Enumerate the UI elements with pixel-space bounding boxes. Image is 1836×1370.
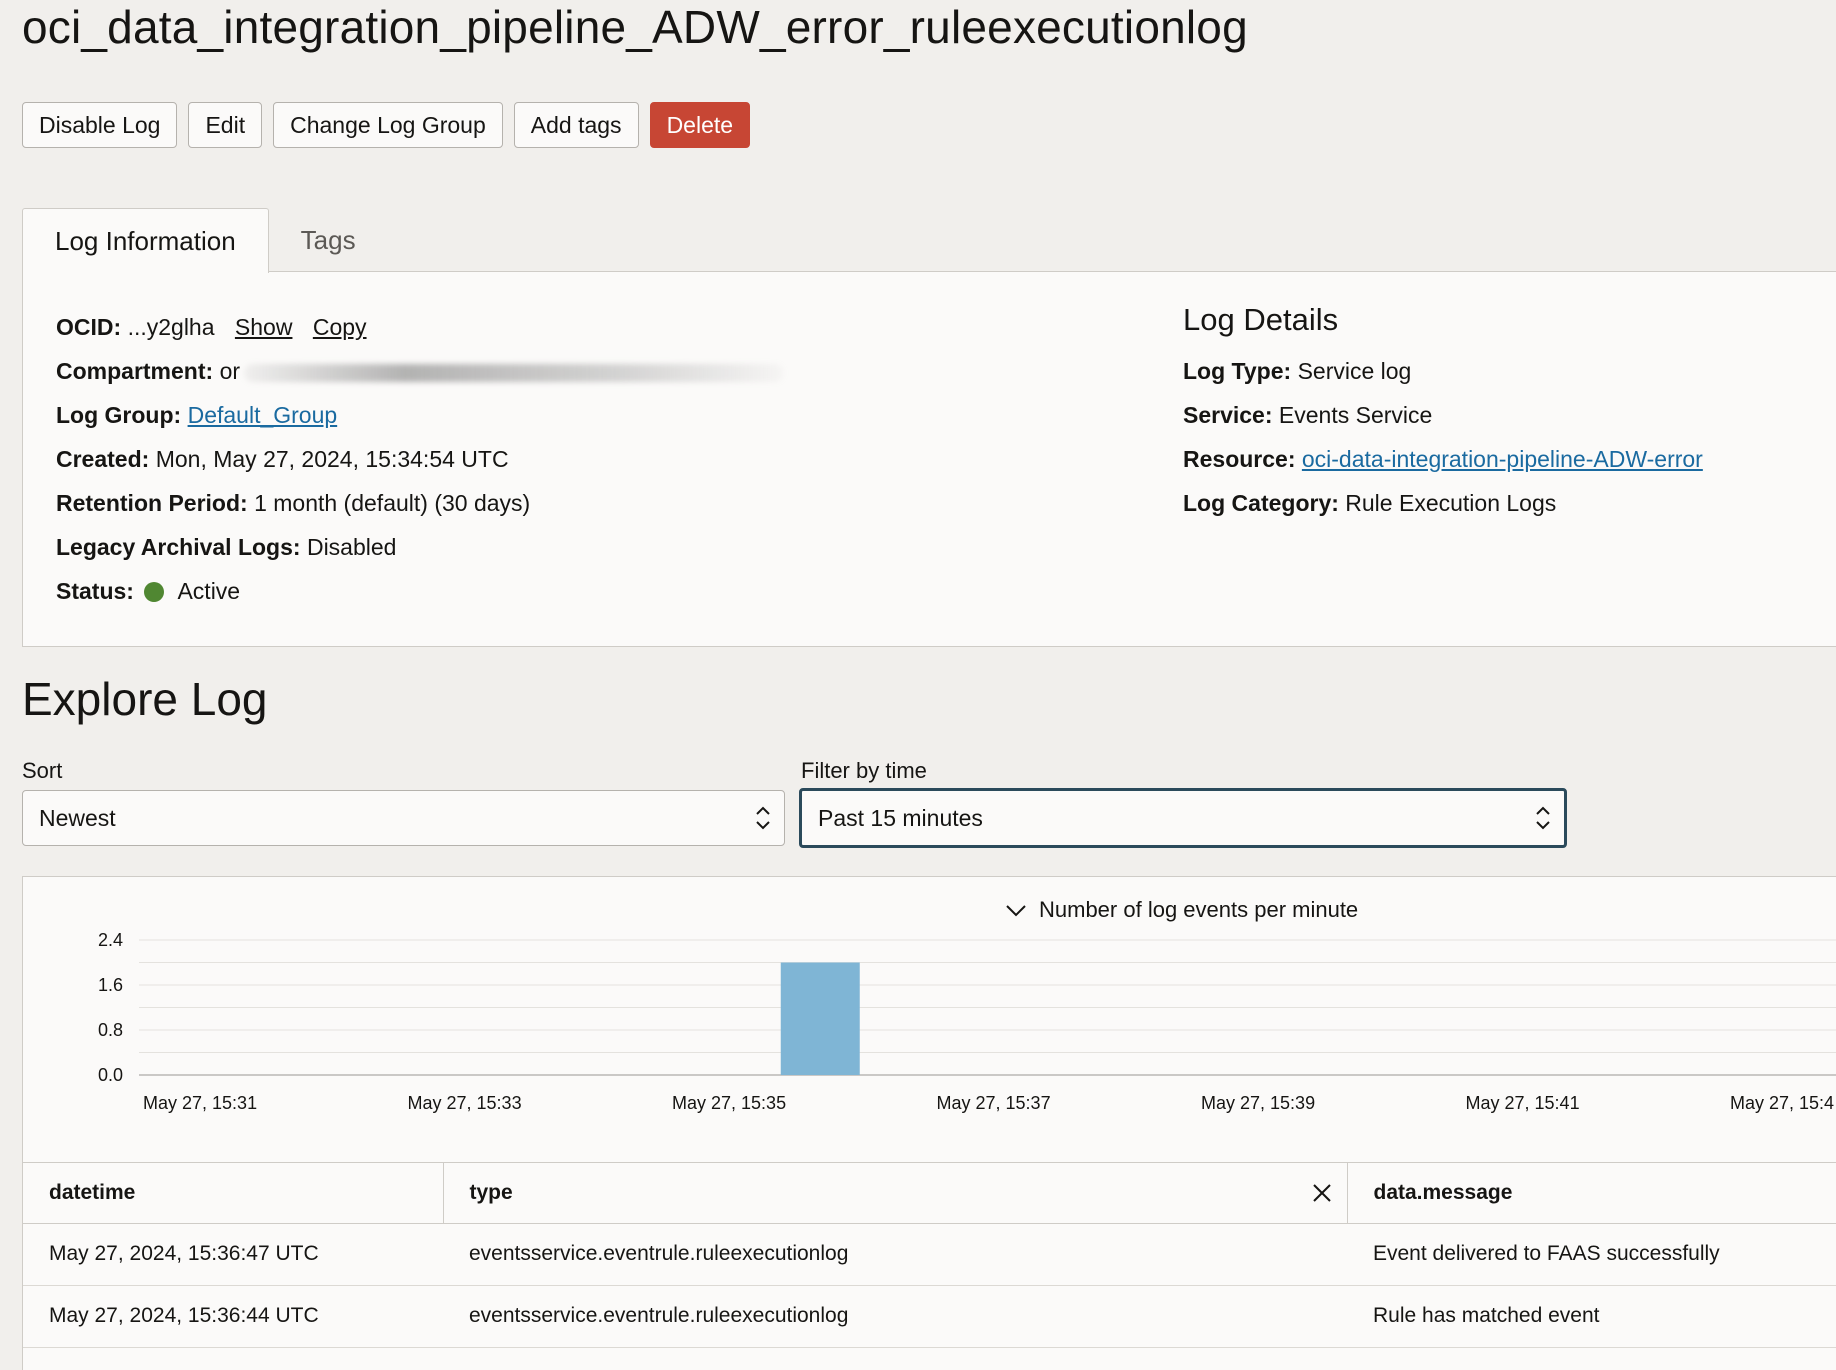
filter-time-label: Filter by time (801, 758, 927, 783)
compartment-label: Compartment: (56, 358, 214, 384)
cell-message: Event delivered to FAAS successfully (1347, 1223, 1836, 1286)
x-tick-label: May 27, 15:4 (1730, 1093, 1834, 1113)
log-details: Log Details Log Type: Service log Servic… (1183, 302, 1703, 532)
column-header-type-label: type (469, 1180, 513, 1204)
retention-row: Retention Period: 1 month (default) (30 … (56, 488, 784, 532)
toolbar: Disable Log Edit Change Log Group Add ta… (22, 102, 751, 148)
chart-panel: Number of log events per minute 2.4 1.6 0.… (22, 876, 1836, 1166)
log-category-row: Log Category: Rule Execution Logs (1183, 488, 1703, 532)
status-row: Status: Active (56, 576, 784, 620)
edit-button[interactable]: Edit (188, 102, 263, 148)
retention-label: Retention Period: (56, 490, 248, 516)
select-arrows-icon (756, 806, 770, 830)
column-header-type[interactable]: type (442, 1163, 1347, 1224)
column-header-data-message[interactable]: data.message (1346, 1163, 1836, 1224)
service-value: Events Service (1278, 402, 1433, 428)
log-table: datetime type data.message May 27, 2024,… (22, 1162, 1836, 1370)
ocid-copy-link[interactable]: Copy (313, 314, 367, 340)
status-value: Active (177, 578, 241, 604)
ocid-label: OCID: (56, 314, 122, 340)
cell-datetime: May 27, 2024, 15:36:47 UTC (23, 1223, 443, 1286)
filter-time-select[interactable]: Past 15 minutes (799, 788, 1567, 848)
ocid-show-link[interactable]: Show (235, 314, 293, 340)
x-tick-label: May 27, 15:41 (1466, 1093, 1580, 1113)
select-arrows-icon (1536, 806, 1550, 830)
status-dot-icon (144, 582, 165, 602)
service-label: Service: (1183, 402, 1273, 428)
y-tick-label: 0.0 (98, 1065, 123, 1085)
status-label: Status: (56, 578, 134, 604)
tab-tags[interactable]: Tags (269, 208, 388, 272)
x-tick-label: May 27, 15:35 (672, 1093, 786, 1113)
compartment-value: or (219, 358, 241, 384)
x-tick-label: May 27, 15:39 (1201, 1093, 1315, 1113)
service-row: Service: Events Service (1183, 400, 1703, 444)
y-tick-label: 1.6 (98, 975, 123, 995)
ocid-value: ...y2glha (127, 314, 215, 340)
y-tick-label: 0.8 (98, 1020, 123, 1040)
cell-type: eventsservice.eventrule.ruleexecutionlog (443, 1285, 1347, 1348)
add-tags-button[interactable]: Add tags (513, 102, 639, 148)
legacy-archival-label: Legacy Archival Logs: (56, 534, 301, 560)
table-header-row: datetime type data.message (23, 1163, 1836, 1224)
delete-button[interactable]: Delete (649, 102, 751, 148)
close-icon[interactable] (1311, 1182, 1333, 1204)
change-log-group-button[interactable]: Change Log Group (273, 102, 503, 148)
disable-log-button[interactable]: Disable Log (22, 102, 178, 148)
table-row[interactable]: May 27, 2024, 15:36:47 UTC eventsservice… (23, 1223, 1836, 1286)
column-header-datetime[interactable]: datetime (23, 1163, 443, 1224)
resource-link[interactable]: oci-data-integration-pipeline-ADW-error (1302, 446, 1703, 472)
filter-time-value: Past 15 minutes (818, 804, 983, 831)
redacted-blur (244, 363, 785, 382)
log-category-value: Rule Execution Logs (1345, 490, 1557, 516)
explore-log-title: Explore Log (22, 673, 268, 725)
sort-select[interactable]: Newest (22, 790, 785, 846)
created-row: Created: Mon, May 27, 2024, 15:34:54 UTC (56, 444, 784, 488)
ocid-row: OCID: ...y2glha Show Copy (56, 312, 784, 356)
tab-log-information[interactable]: Log Information (22, 208, 269, 273)
page-title: oci_data_integration_pipeline_ADW_error_… (22, 1, 1248, 53)
log-type-label: Log Type: (1183, 358, 1292, 384)
legacy-archival-value: Disabled (306, 534, 397, 560)
cell-message: Rule has matched event (1347, 1285, 1836, 1348)
x-tick-label: May 27, 15:33 (408, 1093, 522, 1113)
x-tick-label: May 27, 15:31 (143, 1093, 257, 1113)
retention-value: 1 month (default) (30 days) (254, 490, 531, 516)
created-value: Mon, May 27, 2024, 15:34:54 UTC (155, 446, 509, 472)
log-details-title: Log Details (1183, 302, 1339, 337)
log-group-label: Log Group: (56, 402, 182, 428)
log-events-chart: 2.4 1.6 0.8 0.0 May 27, 15:31 May 27, 15:33 Ma… (98, 930, 1836, 1113)
log-info-list: OCID: ...y2glha Show Copy Compartment: o… (56, 312, 785, 620)
cell-datetime: May 27, 2024, 15:36:44 UTC (23, 1285, 443, 1348)
log-type-row: Log Type: Service log (1183, 356, 1703, 400)
sort-value: Newest (39, 804, 116, 831)
chart-bar (780, 962, 860, 1075)
log-information-panel: OCID: ...y2glha Show Copy Compartment: o… (22, 271, 1836, 647)
log-group-link[interactable]: Default_Group (188, 402, 338, 428)
log-group-row: Log Group: Default_Group (56, 400, 784, 444)
resource-row: Resource: oci-data-integration-pipeline-… (1183, 444, 1703, 488)
log-category-label: Log Category: (1183, 490, 1339, 516)
log-type-value: Service log (1297, 358, 1412, 384)
created-label: Created: (56, 446, 150, 472)
x-tick-label: May 27, 15:37 (937, 1093, 1051, 1113)
resource-label: Resource: (1183, 446, 1296, 472)
y-tick-label: 2.4 (98, 930, 123, 950)
table-row[interactable]: May 27, 2024, 15:36:44 UTC eventsservice… (23, 1285, 1836, 1348)
legacy-archival-row: Legacy Archival Logs: Disabled (56, 532, 784, 576)
tab-bar: Log Information Tags (22, 208, 388, 273)
compartment-row: Compartment: or (56, 356, 785, 400)
cell-type: eventsservice.eventrule.ruleexecutionlog (443, 1223, 1347, 1286)
sort-label: Sort (22, 758, 63, 783)
